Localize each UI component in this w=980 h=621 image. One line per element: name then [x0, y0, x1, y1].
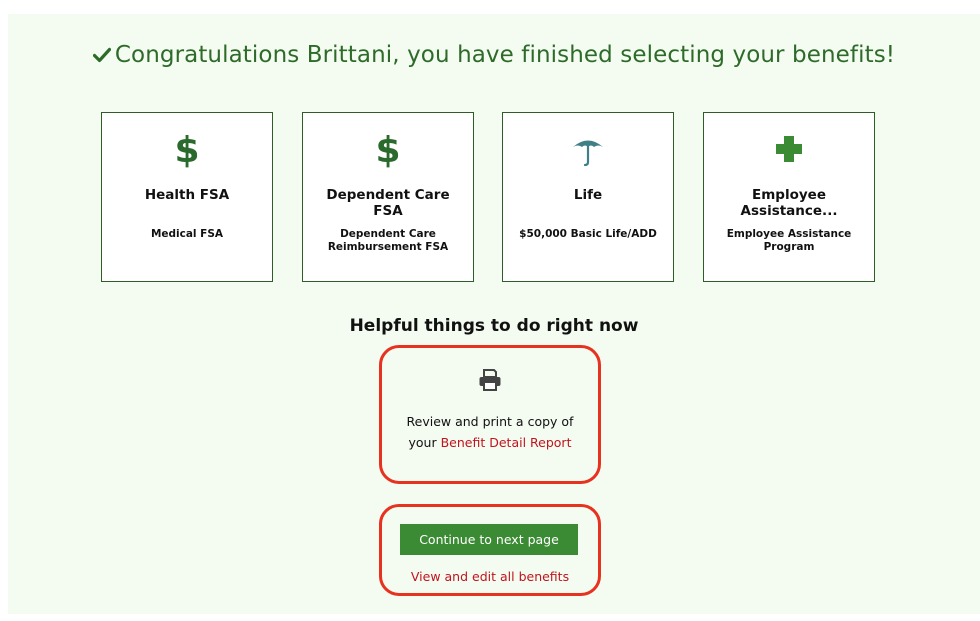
benefit-name: Life: [573, 187, 603, 203]
print-text-prefix: your: [408, 435, 441, 450]
umbrella-icon: [503, 132, 673, 168]
svg-text:$: $: [375, 132, 400, 168]
benefit-detail: Medical FSA: [150, 228, 224, 240]
benefit-detail-report-link[interactable]: Benefit Detail Report: [441, 435, 572, 450]
benefit-card-employee-assistance: Employee Assistance... Employee Assistan…: [703, 112, 875, 282]
confirmation-panel: Congratulations Brittani, you have finis…: [8, 14, 980, 614]
print-report-box: Review and print a copy of your Benefit …: [379, 345, 601, 484]
continue-button[interactable]: Continue to next page: [400, 524, 578, 555]
page-title-text: Congratulations Brittani, you have finis…: [114, 42, 896, 68]
dollar-icon: $: [303, 132, 473, 168]
view-edit-benefits-link[interactable]: View and edit all benefits: [411, 569, 569, 584]
benefit-card-health-fsa: $ Health FSA Medical FSA: [101, 112, 273, 282]
benefit-card-life: Life $50,000 Basic Life/ADD: [502, 112, 674, 282]
benefit-name: Health FSA: [144, 187, 230, 203]
benefit-name: Employee Assistance...: [740, 187, 838, 219]
checkmark-icon: [92, 43, 111, 69]
benefit-detail: Dependent Care Reimbursement FSA: [327, 228, 449, 253]
print-report-text: Review and print a copy of your Benefit …: [382, 411, 598, 453]
benefit-detail: Employee Assistance Program: [726, 228, 852, 253]
printer-icon: [382, 369, 598, 391]
benefit-name: Dependent Care FSA: [326, 187, 450, 219]
dollar-icon: $: [102, 132, 272, 168]
plus-icon: [704, 132, 874, 168]
svg-text:$: $: [174, 132, 199, 168]
helpful-heading: Helpful things to do right now: [349, 316, 639, 336]
print-text-line1: Review and print a copy of: [406, 414, 574, 429]
benefit-card-dependent-care-fsa: $ Dependent Care FSA Dependent Care Reim…: [302, 112, 474, 282]
benefit-detail: $50,000 Basic Life/ADD: [519, 228, 657, 240]
edit-benefits-container: View and edit all benefits: [382, 569, 598, 584]
actions-box: Continue to next page View and edit all …: [379, 504, 601, 596]
page-title: Congratulations Brittani, you have finis…: [8, 42, 980, 69]
